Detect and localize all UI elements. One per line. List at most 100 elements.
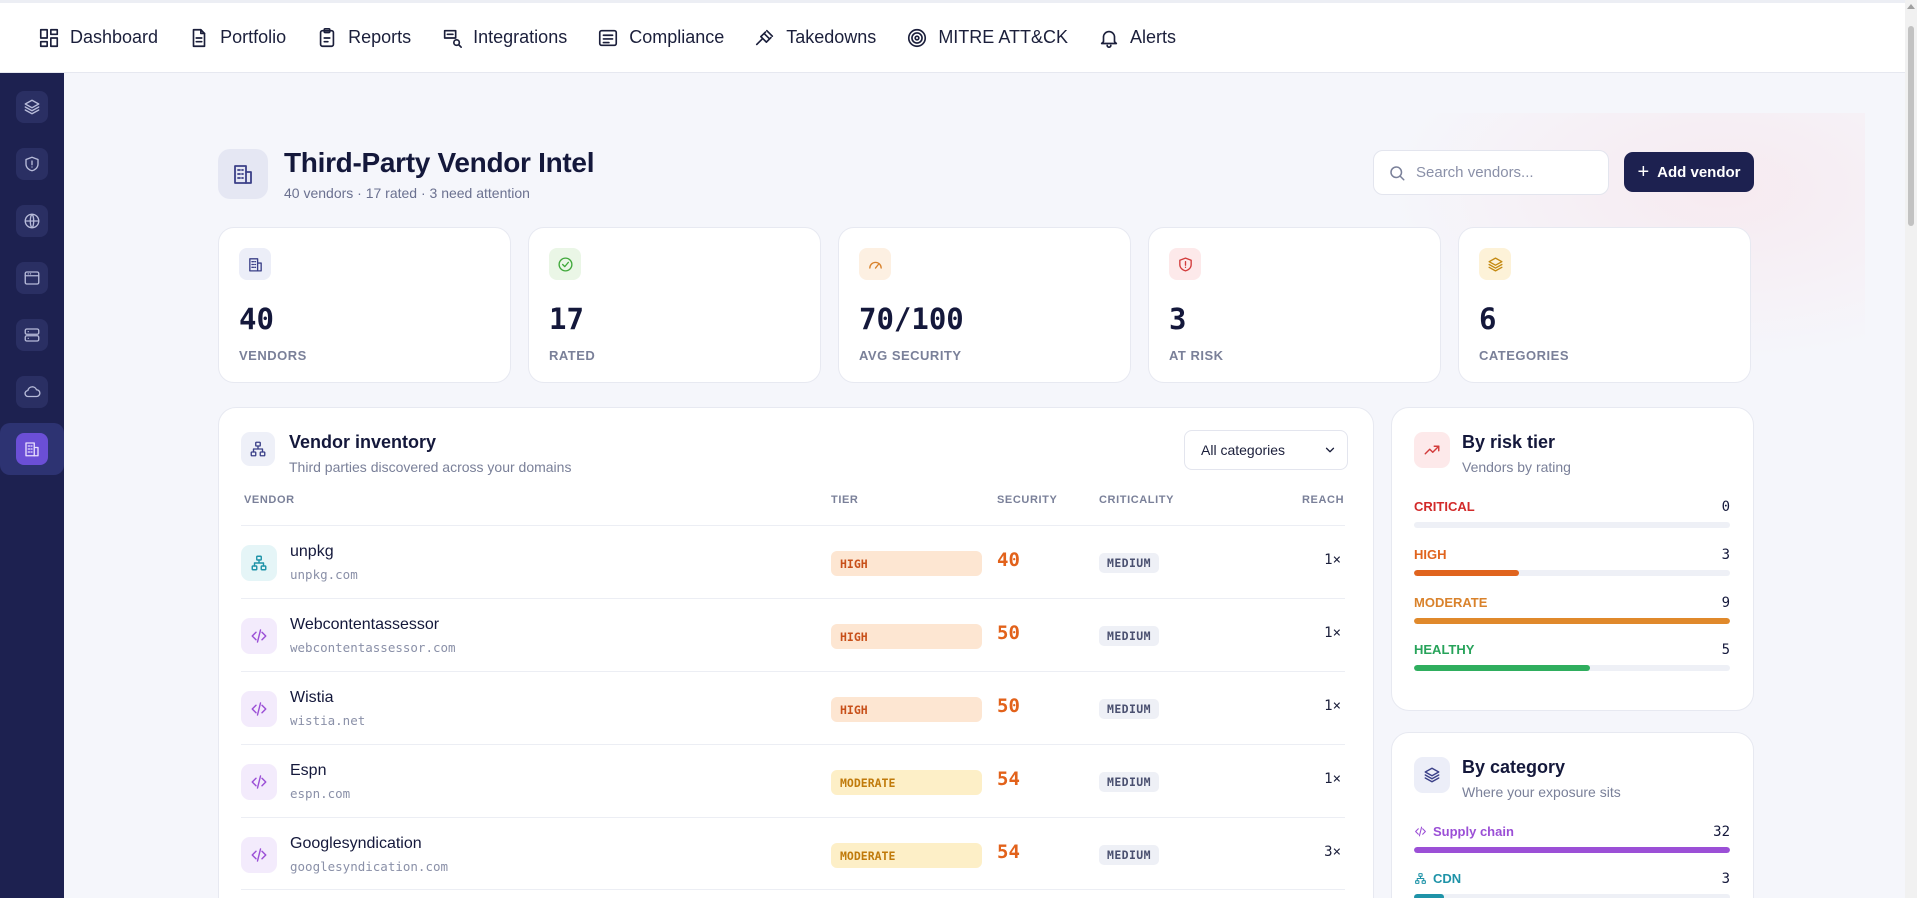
column-header-reach[interactable]: REACH (1302, 494, 1344, 506)
criticality-badge: MEDIUM (1099, 845, 1159, 865)
network-icon (250, 441, 266, 457)
stat-card-rated: 17 RATED (528, 227, 821, 383)
security-score: 50 (997, 695, 1020, 717)
table-row[interactable]: Webcontentassessor webcontentassessor.co… (241, 598, 1345, 671)
category-card: By category Where your exposure sits Sup… (1391, 732, 1754, 898)
stats-row: 40 VENDORS 17 RATED 70/100 AVG SECURITY … (218, 227, 1751, 383)
nav-dashboard[interactable]: Dashboard (38, 27, 158, 49)
column-header-tier[interactable]: TIER (831, 494, 858, 506)
stat-icon-box (239, 248, 271, 280)
category-bar (1414, 847, 1730, 853)
layers-icon (1487, 256, 1503, 272)
search-input[interactable] (1416, 164, 1596, 181)
column-header-vendor[interactable]: VENDOR (244, 494, 295, 506)
category-count: 3 (1721, 871, 1730, 887)
nav-mitre[interactable]: MITRE ATT&CK (906, 27, 1068, 49)
building-icon (234, 165, 252, 184)
category-bar (1414, 894, 1730, 898)
risk-tier-icon-box (1414, 432, 1450, 468)
nav-label: MITRE ATT&CK (938, 27, 1068, 47)
risk-tier-count: 5 (1721, 642, 1730, 658)
add-vendor-label: Add vendor (1657, 163, 1741, 181)
page-scrollbar[interactable] (1905, 0, 1917, 898)
table-row[interactable]: unpkg unpkg.com HIGH 40 MEDIUM 1× (241, 525, 1345, 598)
stat-value: 17 (549, 302, 584, 336)
inventory-icon-box (241, 432, 275, 466)
category-label: Supply chain (1433, 824, 1514, 839)
nav-label: Reports (348, 27, 412, 47)
security-score: 54 (997, 841, 1020, 863)
risk-tier-bar (1414, 665, 1730, 671)
vendor-inventory-card: Vendor inventory Third parties discovere… (218, 407, 1374, 898)
nav-alerts[interactable]: Alerts (1098, 27, 1176, 49)
category-filter-select[interactable]: All categories (1184, 430, 1348, 470)
inventory-heading-text: Vendor inventory Third parties discovere… (289, 432, 571, 475)
building-icon (25, 442, 39, 457)
stat-card-vendors: 40 VENDORS (218, 227, 511, 383)
integrations-icon (443, 29, 463, 48)
scroll-up-arrow[interactable] (1907, 4, 1915, 9)
reach-count: 1× (1324, 698, 1341, 714)
risk-tier-bar-fill (1414, 618, 1730, 624)
risk-tier-row: HEALTHY 5 (1414, 642, 1730, 671)
vendor-domain: espn.com (290, 786, 351, 801)
nav-label: Takedowns (786, 27, 877, 47)
stat-value: 6 (1479, 302, 1497, 336)
globe-icon (24, 213, 40, 229)
reports-icon (319, 27, 335, 47)
table-row[interactable]: Googlesyndication googlesyndication.com … (241, 817, 1345, 890)
main-content: Third-Party Vendor Intel 40 vendors · 17… (64, 73, 1905, 898)
nav-reports[interactable]: Reports (316, 27, 411, 49)
risk-tier-row: HIGH 3 (1414, 547, 1730, 576)
risk-tier-bar-fill (1414, 570, 1520, 576)
column-header-security[interactable]: SECURITY (997, 494, 1057, 506)
sidebar-item-globe[interactable] (16, 205, 48, 237)
scroll-thumb[interactable] (1908, 26, 1914, 226)
nav-label: Portfolio (220, 27, 287, 47)
inventory-title: Vendor inventory (289, 432, 437, 452)
nav-integrations[interactable]: Integrations (441, 27, 567, 49)
inventory-subtitle: Third parties discovered across your dom… (289, 459, 572, 475)
risk-tier-title: By risk tier (1462, 432, 1556, 452)
risk-tier-label: HIGH (1414, 547, 1447, 562)
nav-compliance[interactable]: Compliance (597, 27, 724, 49)
category-subtitle: Where your exposure sits (1462, 784, 1621, 800)
nav-label: Dashboard (70, 27, 159, 47)
stat-label: AT RISK (1169, 348, 1224, 363)
risk-tier-header: By risk tier Vendors by rating (1414, 432, 1571, 475)
sidebar-item-layers[interactable] (16, 91, 48, 123)
tier-badge: MODERATE (831, 843, 982, 868)
add-vendor-button[interactable]: + Add vendor (1624, 152, 1754, 192)
sidebar-item-shield[interactable] (16, 148, 48, 180)
category-label: CDN (1433, 871, 1462, 886)
sidebar-item-vendors[interactable] (16, 433, 48, 465)
sidebar-item-browser[interactable] (16, 262, 48, 294)
criticality-badge: MEDIUM (1099, 772, 1159, 792)
layers-icon (1424, 767, 1440, 783)
column-header-criticality[interactable]: CRITICALITY (1099, 494, 1174, 506)
nav-portfolio[interactable]: Portfolio (188, 27, 286, 49)
criticality-badge: MEDIUM (1099, 699, 1159, 719)
reach-count: 1× (1324, 625, 1341, 641)
risk-tier-label: CRITICAL (1414, 499, 1475, 514)
table-row[interactable]: Wistia wistia.net HIGH 50 MEDIUM 1× (241, 671, 1345, 744)
tier-badge: HIGH (831, 697, 982, 722)
stat-card-at-risk: 3 AT RISK (1148, 227, 1441, 383)
code-icon (251, 775, 267, 789)
nav-label: Integrations (473, 27, 568, 47)
sidebar-item-cloud[interactable] (16, 376, 48, 408)
code-icon (1415, 826, 1426, 837)
risk-tier-bar (1414, 570, 1730, 576)
category-row[interactable]: Supply chain 32 (1414, 824, 1730, 853)
risk-tier-heading-text: By risk tier Vendors by rating (1462, 432, 1571, 475)
nav-takedowns[interactable]: Takedowns (754, 27, 876, 49)
category-row[interactable]: CDN 3 (1414, 871, 1730, 898)
sidebar-item-server[interactable] (16, 319, 48, 351)
nav-label: Compliance (629, 27, 725, 47)
risk-tier-card: By risk tier Vendors by rating CRITICAL … (1391, 407, 1754, 711)
vendor-name: Wistia (290, 689, 334, 706)
table-row[interactable]: Espn espn.com MODERATE 54 MEDIUM 1× (241, 744, 1345, 817)
tier-badge: MODERATE (831, 770, 982, 795)
vendor-icon-box (241, 764, 277, 800)
category-label-wrap: CDN (1414, 871, 1730, 886)
